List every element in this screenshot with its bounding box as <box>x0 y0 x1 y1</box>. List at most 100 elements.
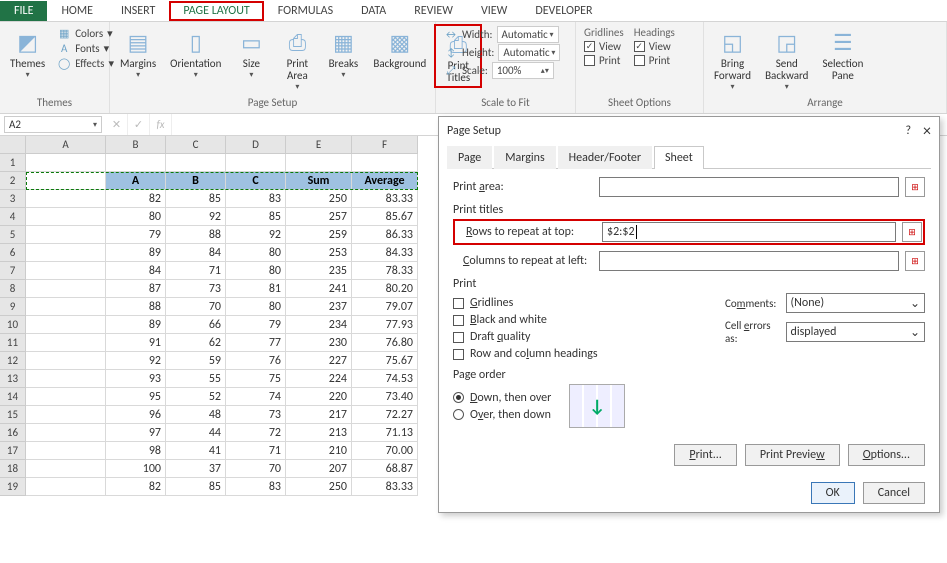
cell[interactable] <box>26 442 106 460</box>
close-button[interactable]: × <box>923 122 931 141</box>
rows-repeat-input[interactable]: $2:$2 <box>602 222 896 242</box>
options-button[interactable]: Options... <box>848 444 925 466</box>
row-header[interactable]: 15 <box>0 406 26 424</box>
cell[interactable]: 81 <box>226 280 286 298</box>
cell[interactable] <box>26 424 106 442</box>
cell[interactable] <box>26 226 106 244</box>
tab-home[interactable]: HOME <box>47 1 107 21</box>
cell[interactable]: 80 <box>226 244 286 262</box>
cell[interactable]: 80 <box>106 208 166 226</box>
cell[interactable]: 79 <box>226 316 286 334</box>
range-select-button[interactable]: ⊞ <box>905 251 925 271</box>
rowcol-checkbox[interactable]: Row and column headings <box>453 347 685 361</box>
cell[interactable]: 80 <box>226 298 286 316</box>
cell[interactable] <box>286 154 352 172</box>
row-header[interactable]: 10 <box>0 316 26 334</box>
cell[interactable]: 76 <box>226 352 286 370</box>
cell[interactable]: 82 <box>106 478 166 496</box>
cell[interactable]: 83 <box>226 478 286 496</box>
row-header[interactable]: 17 <box>0 442 26 460</box>
colors-button[interactable]: ▦Colors▾ <box>57 26 114 40</box>
cell[interactable]: 83 <box>226 190 286 208</box>
bring-forward-button[interactable]: ◱Bring Forward▾ <box>708 24 757 94</box>
cell[interactable] <box>26 244 106 262</box>
cell[interactable]: 96 <box>106 406 166 424</box>
cell[interactable]: 77 <box>226 334 286 352</box>
cell[interactable] <box>26 262 106 280</box>
cell[interactable]: 100 <box>106 460 166 478</box>
column-header[interactable]: D <box>226 136 286 154</box>
cell[interactable]: 86.33 <box>352 226 418 244</box>
scale-spinner[interactable]: 100%▴▾ <box>492 62 554 79</box>
background-button[interactable]: ▩Background <box>367 24 432 72</box>
cell[interactable] <box>26 388 106 406</box>
cell[interactable]: 89 <box>106 244 166 262</box>
cell[interactable] <box>26 460 106 478</box>
gridlines-print-check[interactable]: Print <box>584 54 624 67</box>
orientation-button[interactable]: ▯Orientation▾ <box>164 24 227 82</box>
cell[interactable]: 66 <box>166 316 226 334</box>
cell[interactable]: 37 <box>166 460 226 478</box>
help-button[interactable]: ? <box>905 124 911 138</box>
cell[interactable]: 85 <box>166 478 226 496</box>
cell[interactable]: 78.33 <box>352 262 418 280</box>
cell[interactable]: 71.13 <box>352 424 418 442</box>
cell[interactable]: C <box>226 172 286 190</box>
cell[interactable]: 89 <box>106 316 166 334</box>
cell[interactable]: 91 <box>106 334 166 352</box>
cell[interactable]: 59 <box>166 352 226 370</box>
selection-pane-button[interactable]: ☰Selection Pane <box>816 24 869 84</box>
row-header[interactable]: 7 <box>0 262 26 280</box>
breaks-button[interactable]: ▦Breaks▾ <box>321 24 365 82</box>
cell[interactable]: 227 <box>286 352 352 370</box>
gridlines-checkbox[interactable]: Gridlines <box>453 296 685 310</box>
cell[interactable] <box>352 154 418 172</box>
cell[interactable]: 97 <box>106 424 166 442</box>
print-area-button[interactable]: ⎙Print Area▾ <box>275 24 319 94</box>
cell[interactable]: 73 <box>166 280 226 298</box>
cell[interactable]: Sum <box>286 172 352 190</box>
cell[interactable]: 72 <box>226 424 286 442</box>
effects-button[interactable]: ◯Effects▾ <box>57 56 114 70</box>
select-all-corner[interactable] <box>0 136 26 154</box>
range-select-button[interactable]: ⊞ <box>902 222 922 242</box>
margins-button[interactable]: ▤Margins▾ <box>114 24 162 82</box>
dialog-tab-page[interactable]: Page <box>447 146 492 169</box>
row-header[interactable]: 13 <box>0 370 26 388</box>
cell[interactable]: 95 <box>106 388 166 406</box>
cell[interactable]: 234 <box>286 316 352 334</box>
cell[interactable]: 79.07 <box>352 298 418 316</box>
tab-view[interactable]: VIEW <box>467 1 521 21</box>
row-header[interactable]: 18 <box>0 460 26 478</box>
column-header[interactable]: E <box>286 136 352 154</box>
tab-insert[interactable]: INSERT <box>107 1 169 21</box>
cell[interactable]: 52 <box>166 388 226 406</box>
cell[interactable]: 88 <box>166 226 226 244</box>
row-header[interactable]: 2 <box>0 172 26 190</box>
cell[interactable]: 207 <box>286 460 352 478</box>
cell[interactable]: 92 <box>166 208 226 226</box>
cell[interactable]: 44 <box>166 424 226 442</box>
row-header[interactable]: 4 <box>0 208 26 226</box>
cell[interactable]: 71 <box>226 442 286 460</box>
cell[interactable]: 73.40 <box>352 388 418 406</box>
cell[interactable]: 41 <box>166 442 226 460</box>
cell[interactable]: 70 <box>226 460 286 478</box>
cell[interactable] <box>26 172 106 190</box>
themes-button[interactable]: ◩ Themes ▾ <box>4 24 51 82</box>
cell[interactable]: 92 <box>106 352 166 370</box>
cell[interactable]: 72.27 <box>352 406 418 424</box>
row-header[interactable]: 14 <box>0 388 26 406</box>
down-then-over-radio[interactable]: Down, then over <box>453 391 551 405</box>
row-header[interactable]: 1 <box>0 154 26 172</box>
cell[interactable]: 213 <box>286 424 352 442</box>
cell[interactable] <box>226 154 286 172</box>
accept-formula-button[interactable]: ✓ <box>128 114 150 135</box>
cell[interactable]: 85 <box>166 190 226 208</box>
column-header[interactable]: F <box>352 136 418 154</box>
cell[interactable]: 75 <box>226 370 286 388</box>
width-dropdown[interactable]: Automatic▾ <box>497 26 559 43</box>
cell[interactable]: 71 <box>166 262 226 280</box>
cell[interactable]: 70.00 <box>352 442 418 460</box>
cell[interactable]: 68.87 <box>352 460 418 478</box>
